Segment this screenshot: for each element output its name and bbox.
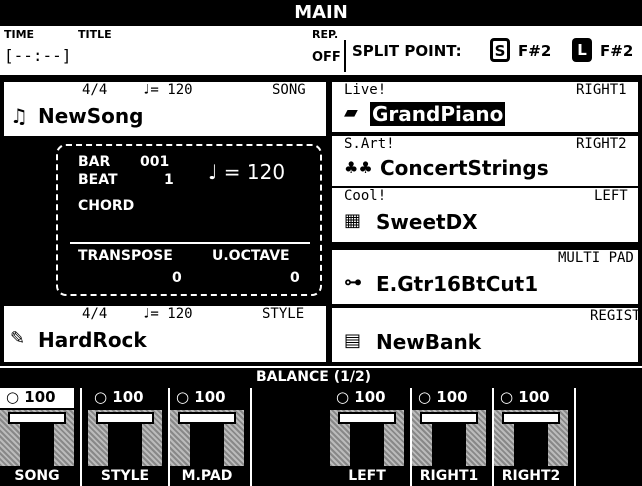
bar-value: 001 [140, 154, 170, 170]
guitar-icon: ⊶ [344, 272, 362, 293]
tempo-display: ♩ = 120 [208, 160, 286, 184]
divider [344, 40, 346, 72]
balance-channel-label: RIGHT1 [419, 468, 479, 484]
transpose-label: TRANSPOSE [78, 248, 173, 264]
song-position-box: BAR 001 BEAT 1 ♩ = 120 CHORD TRANSPOSE 0… [56, 144, 322, 296]
chord-label: CHORD [78, 198, 135, 214]
song-name[interactable]: NewSong [38, 104, 143, 128]
upper-octave-value[interactable]: 0 [290, 270, 300, 286]
bar-label: BAR [78, 154, 111, 170]
song-meter: 4/4 [82, 82, 108, 98]
fader-knob[interactable] [8, 412, 66, 424]
split-s-value[interactable]: F#2 [518, 42, 551, 60]
info-row: TIME [--:--] TITLE REP. OFF SPLIT POINT:… [0, 26, 642, 78]
fader-knob[interactable] [420, 412, 478, 424]
regist-bank[interactable]: NewBank [376, 330, 481, 354]
time-value[interactable]: [--:--] [4, 46, 71, 65]
style-meter: 4/4 [82, 306, 108, 322]
rep-value[interactable]: OFF [312, 50, 341, 65]
balance-channel-style[interactable]: ○ 100 STYLE [88, 388, 162, 486]
divider [70, 242, 310, 244]
upper-octave-label: U.OCTAVE [212, 248, 290, 264]
fader-knob[interactable] [96, 412, 154, 424]
balance-value[interactable]: ○ 100 [0, 388, 74, 408]
regist-panel[interactable]: REGIST ▤ NewBank [332, 308, 641, 362]
balance-channel-label: SONG [14, 468, 60, 484]
split-l-value[interactable]: F#2 [600, 42, 633, 60]
balance-channel-right1[interactable]: ○ 100 RIGHT1 [412, 388, 486, 486]
balance-channel-label: RIGHT2 [501, 468, 561, 484]
balance-value[interactable]: ○ 100 [170, 388, 244, 408]
title-label: TITLE [78, 28, 112, 41]
beat-value: 1 [164, 172, 174, 188]
fader-knob[interactable] [502, 412, 560, 424]
fader-knob[interactable] [338, 412, 396, 424]
balance-title: BALANCE (1/2) [256, 369, 372, 385]
fader-stem [350, 424, 384, 466]
multipad-label: MULTI PAD [558, 250, 634, 266]
song-panel[interactable]: 4/4 ♩= 120 SONG ♫ NewSong [4, 82, 326, 136]
right2-category: S.Art! [344, 136, 395, 152]
style-name[interactable]: HardRock [38, 328, 147, 352]
right2-voice[interactable]: ConcertStrings [380, 156, 549, 180]
style-label: STYLE [262, 306, 305, 322]
balance-value[interactable]: ○ 100 [412, 388, 486, 408]
left-panel[interactable]: Cool! LEFT ▦ SweetDX [332, 188, 638, 242]
balance-channel-mpad[interactable]: ○ 100 M.PAD [170, 388, 244, 486]
style-panel[interactable]: 4/4 ♩= 120 STYLE ✎ HardRock [4, 306, 326, 362]
balance-channel-left[interactable]: ○ 100 LEFT [330, 388, 404, 486]
right1-voice[interactable]: GrandPiano [370, 102, 506, 126]
fader-knob[interactable] [178, 412, 236, 424]
fader-stem [190, 424, 224, 466]
piano-icon: ▰ [344, 102, 358, 123]
balance-value[interactable]: ○ 100 [494, 388, 568, 408]
balance-channel-right2[interactable]: ○ 100 RIGHT2 [494, 388, 568, 486]
fader-stem [432, 424, 466, 466]
strings-icon: ♣♣ [344, 158, 373, 177]
divider [574, 388, 576, 486]
balance-section: BALANCE (1/2) ○ 100 SONG ○ 100 STYLE ○ 100 M.… [0, 366, 642, 486]
song-label: SONG [272, 82, 306, 98]
song-tempo: ♩= 120 [142, 82, 193, 98]
music-note-icon: ♫ [10, 104, 28, 128]
guitar-icon: ✎ [10, 328, 26, 349]
screen-title: MAIN [0, 0, 642, 26]
left-voice[interactable]: SweetDX [376, 210, 478, 234]
balance-value[interactable]: ○ 100 [88, 388, 162, 408]
balance-value[interactable]: ○ 100 [330, 388, 404, 408]
style-tempo: ♩= 120 [142, 306, 193, 322]
fader-stem [514, 424, 548, 466]
right1-category: Live! [344, 82, 387, 98]
fader-stem [20, 424, 54, 466]
balance-channel-label: M.PAD [181, 468, 233, 484]
time-label: TIME [4, 28, 35, 41]
right1-label: RIGHT1 [576, 82, 627, 98]
regist-label: REGIST [590, 308, 641, 324]
main-area: 4/4 ♩= 120 SONG ♫ NewSong BAR 001 BEAT 1… [0, 78, 642, 366]
right2-panel[interactable]: S.Art! RIGHT2 ♣♣ ConcertStrings [332, 136, 638, 186]
left-category: Cool! [344, 188, 387, 204]
transpose-value[interactable]: 0 [172, 270, 182, 286]
registration-bank-icon: ▤ [344, 330, 362, 351]
divider [250, 388, 252, 486]
split-point-label: SPLIT POINT: [352, 42, 462, 60]
balance-channel-song[interactable]: ○ 100 SONG [0, 388, 74, 486]
balance-channel-label: LEFT [348, 468, 386, 484]
multipad-name[interactable]: E.Gtr16BtCut1 [376, 272, 538, 296]
beat-label: BEAT [78, 172, 118, 188]
fader-stem [108, 424, 142, 466]
right1-panel[interactable]: Live! RIGHT1 ▰ GrandPiano [332, 82, 638, 132]
multipad-panel[interactable]: MULTI PAD ⊶ E.Gtr16BtCut1 [332, 250, 638, 304]
right2-label: RIGHT2 [576, 136, 627, 152]
split-s-icon: S [490, 38, 510, 62]
divider [80, 388, 82, 486]
keyboard-icon: ▦ [344, 210, 362, 231]
split-l-icon: L [572, 38, 592, 62]
balance-channel-label: STYLE [100, 468, 150, 484]
left-label: LEFT [594, 188, 628, 204]
rep-label: REP. [312, 28, 339, 41]
